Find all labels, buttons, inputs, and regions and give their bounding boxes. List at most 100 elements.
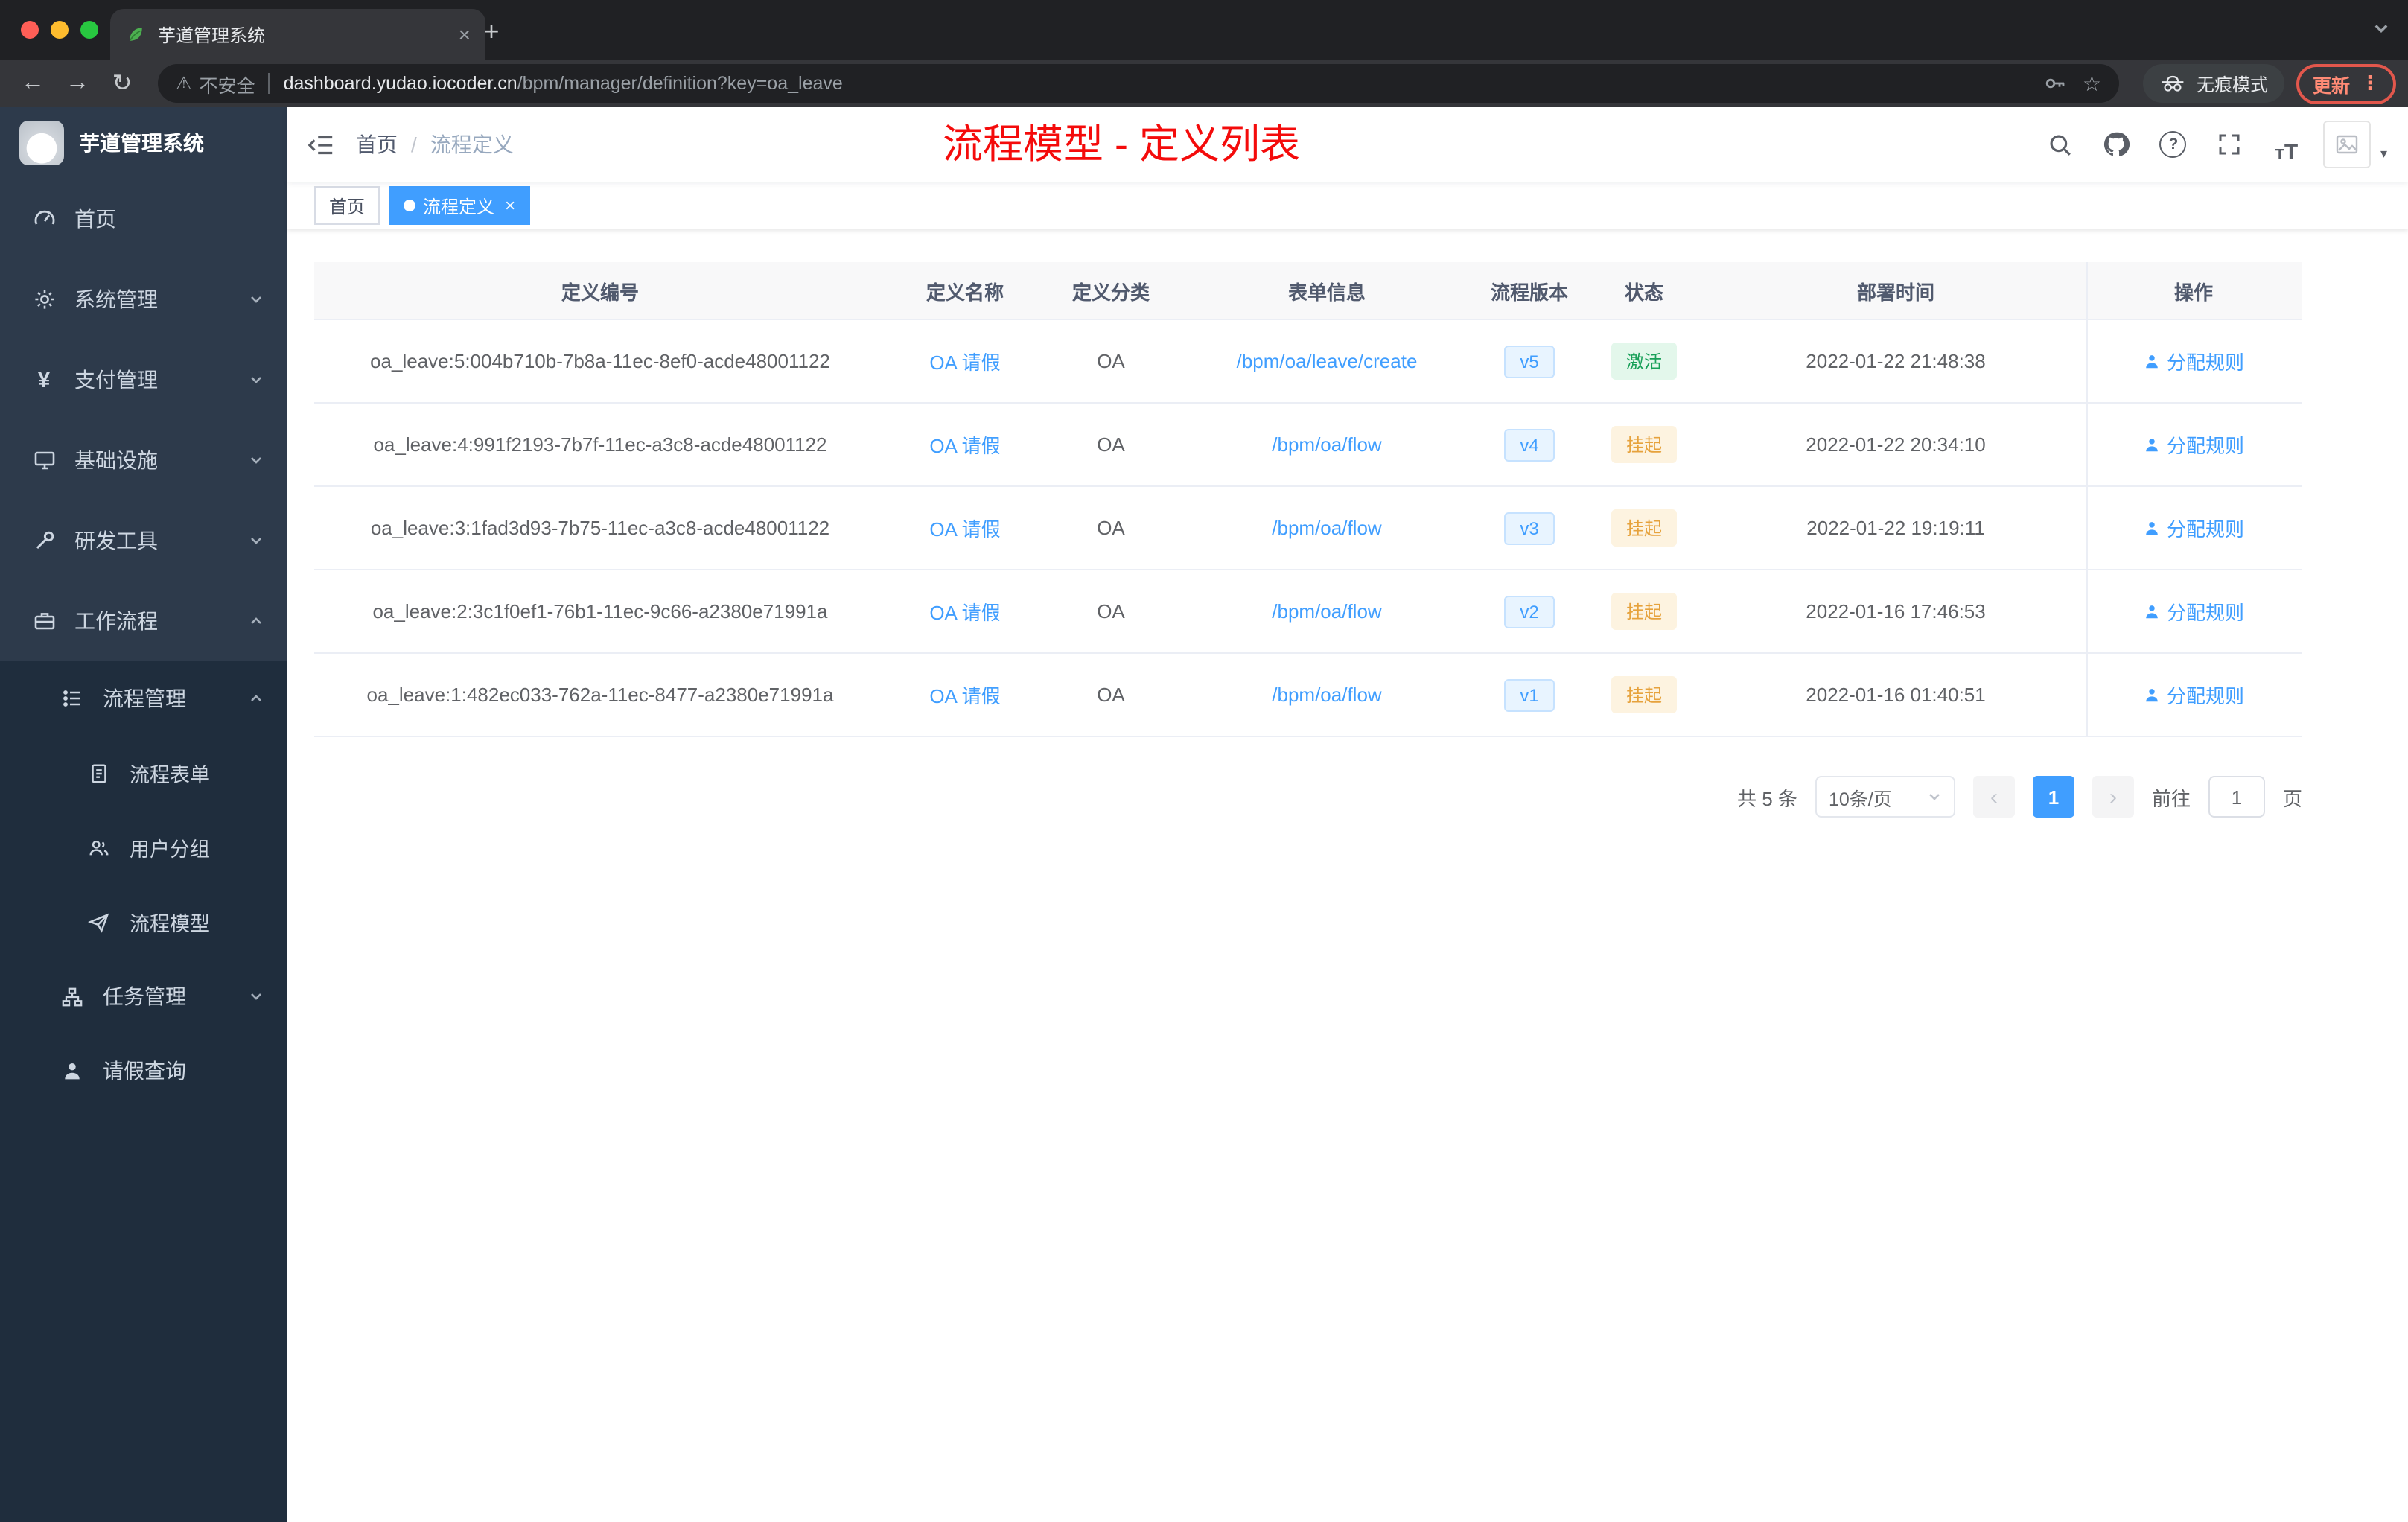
- navbar-actions: ? TT ▾: [2041, 121, 2408, 168]
- reload-button[interactable]: ↻: [101, 63, 143, 104]
- version-badge: v3: [1503, 512, 1555, 544]
- dashboard-icon: [31, 206, 57, 232]
- table-row: oa_leave:1:482ec033-762a-11ec-8477-a2380…: [314, 654, 2302, 737]
- logo-avatar: [19, 121, 64, 165]
- search-icon[interactable]: [2041, 125, 2080, 164]
- deploy-time: 2022-01-22 20:34:10: [1806, 433, 1986, 456]
- assign-rule-label: 分配规则: [2166, 435, 2244, 457]
- breadcrumb-home[interactable]: 首页: [356, 130, 398, 159]
- window-zoom-button[interactable]: [80, 21, 98, 39]
- definition-category: OA: [1097, 517, 1125, 539]
- assign-rule-link[interactable]: 分配规则: [2143, 347, 2244, 375]
- form-link[interactable]: /bpm/oa/flow: [1272, 600, 1381, 623]
- url-bar[interactable]: ⚠ 不安全 dashboard.yudao.iocoder.cn /bpm/ma…: [158, 64, 2119, 103]
- goto-input[interactable]: [2208, 776, 2265, 818]
- sidebar-item-user-group[interactable]: 用户分组: [0, 810, 287, 885]
- form-link[interactable]: /bpm/oa/flow: [1272, 684, 1381, 706]
- assign-rule-label: 分配规则: [2166, 602, 2244, 624]
- users-icon: [86, 835, 112, 860]
- sidebar-item-process-form[interactable]: 流程表单: [0, 736, 287, 810]
- table-header-row: 定义编号 定义名称 定义分类 表单信息 流程版本 状态 部署时间 操作: [314, 262, 2302, 320]
- assign-rule-link[interactable]: 分配规则: [2143, 597, 2244, 625]
- column-header: 定义编号: [561, 281, 639, 303]
- browser-menu-icon[interactable]: ⋮: [2360, 71, 2380, 95]
- table-row: oa_leave:5:004b710b-7b8a-11ec-8ef0-acde4…: [314, 320, 2302, 404]
- sidebar-item-label: 请假查询: [103, 1059, 186, 1083]
- tag-home[interactable]: 首页: [314, 186, 380, 225]
- deploy-time: 2022-01-22 21:48:38: [1806, 350, 1986, 372]
- sidebar-item-workflow[interactable]: 工作流程: [0, 581, 287, 661]
- definition-name-link[interactable]: OA 请假: [929, 597, 1000, 625]
- chevron-down-icon: [249, 533, 264, 548]
- browser-tab[interactable]: 芋道管理系统 ×: [110, 9, 485, 60]
- forward-button[interactable]: →: [57, 63, 98, 104]
- tab-search-button[interactable]: [2372, 19, 2390, 37]
- column-header: 操作: [2086, 262, 2299, 319]
- table-row: oa_leave:3:1fad3d93-7b75-11ec-a3c8-acde4…: [314, 487, 2302, 570]
- sidebar-item-label: 首页: [74, 207, 116, 231]
- page-size-select[interactable]: 10条/页: [1815, 776, 1955, 818]
- sidebar-item-leave-query[interactable]: 请假查询: [0, 1034, 287, 1108]
- column-header: 定义名称: [926, 281, 1004, 303]
- form-link[interactable]: /bpm/oa/flow: [1272, 433, 1381, 456]
- sidebar: 芋道管理系统 首页 系统管理 ¥ 支付管理 基础设施 研发工具 工作流程 流程管…: [0, 107, 287, 1522]
- url-divider: [268, 73, 270, 94]
- tag-label: 流程定义: [423, 196, 495, 217]
- sidebar-item-payment[interactable]: ¥ 支付管理: [0, 340, 287, 420]
- new-tab-button[interactable]: +: [474, 13, 509, 49]
- sidebar-item-label: 流程模型: [130, 913, 210, 935]
- next-page-button[interactable]: ›: [2092, 776, 2134, 818]
- assign-rule-link[interactable]: 分配规则: [2143, 430, 2244, 459]
- sidebar-item-label: 研发工具: [74, 529, 158, 553]
- key-icon[interactable]: [2044, 71, 2068, 95]
- incognito-icon: [2159, 74, 2186, 92]
- definition-name-link[interactable]: OA 请假: [929, 514, 1000, 542]
- sidebar-item-label: 流程表单: [130, 764, 210, 786]
- definition-id: oa_leave:5:004b710b-7b8a-11ec-8ef0-acde4…: [370, 350, 830, 372]
- sidebar-item-process-model[interactable]: 流程模型: [0, 885, 287, 959]
- sidebar-item-home[interactable]: 首页: [0, 179, 287, 259]
- definition-name-link[interactable]: OA 请假: [929, 347, 1000, 375]
- definition-category: OA: [1097, 350, 1125, 372]
- yen-icon: ¥: [37, 367, 51, 392]
- form-link[interactable]: /bpm/oa/leave/create: [1237, 350, 1418, 372]
- star-icon[interactable]: ☆: [2083, 71, 2101, 96]
- update-button[interactable]: 更新 ⋮: [2296, 63, 2396, 104]
- tag-close-icon[interactable]: ×: [505, 197, 515, 214]
- sidebar-item-infra[interactable]: 基础设施: [0, 420, 287, 500]
- assign-rule-link[interactable]: 分配规则: [2143, 681, 2244, 709]
- assign-rule-link[interactable]: 分配规则: [2143, 514, 2244, 542]
- sidebar-item-process-mgmt[interactable]: 流程管理: [0, 661, 287, 736]
- browser-chrome: 芋道管理系统 × + ← → ↻ ⚠ 不安全 dashboard.yudao.i…: [0, 0, 2408, 107]
- prev-page-button[interactable]: ‹: [1972, 776, 2015, 818]
- sidebar-item-dev[interactable]: 研发工具: [0, 500, 287, 581]
- back-button[interactable]: ←: [12, 63, 54, 104]
- hamburger-button[interactable]: [287, 107, 356, 182]
- url-host: dashboard.yudao.iocoder.cn: [283, 73, 517, 94]
- window-close-button[interactable]: [21, 21, 39, 39]
- github-icon[interactable]: [2098, 125, 2136, 164]
- monitor-icon: [31, 448, 57, 473]
- avatar[interactable]: [2323, 121, 2372, 168]
- form-link[interactable]: /bpm/oa/flow: [1272, 517, 1381, 539]
- sidebar-item-label: 任务管理: [103, 984, 186, 1008]
- help-icon[interactable]: ?: [2154, 125, 2193, 164]
- page-1-button[interactable]: 1: [2032, 776, 2074, 818]
- definition-name-link[interactable]: OA 请假: [929, 681, 1000, 709]
- tree-icon: [60, 984, 85, 1009]
- status-badge: 挂起: [1611, 676, 1677, 713]
- assign-rule-label: 分配规则: [2166, 351, 2244, 374]
- tab-favicon-icon: [125, 24, 146, 45]
- window-minimize-button[interactable]: [51, 21, 69, 39]
- font-size-icon[interactable]: TT: [2267, 125, 2306, 164]
- url-path: /bpm/manager/definition?key=oa_leave: [517, 73, 843, 94]
- fullscreen-icon[interactable]: [2211, 125, 2249, 164]
- sidebar-item-task-mgmt[interactable]: 任务管理: [0, 959, 287, 1034]
- definition-id: oa_leave:3:1fad3d93-7b75-11ec-a3c8-acde4…: [370, 517, 830, 539]
- column-header: 表单信息: [1287, 281, 1366, 303]
- tab-close-icon[interactable]: ×: [459, 24, 471, 45]
- gear-icon: [31, 287, 57, 312]
- definition-name-link[interactable]: OA 请假: [929, 430, 1000, 459]
- tag-active[interactable]: 流程定义 ×: [389, 186, 531, 225]
- sidebar-item-system[interactable]: 系统管理: [0, 259, 287, 340]
